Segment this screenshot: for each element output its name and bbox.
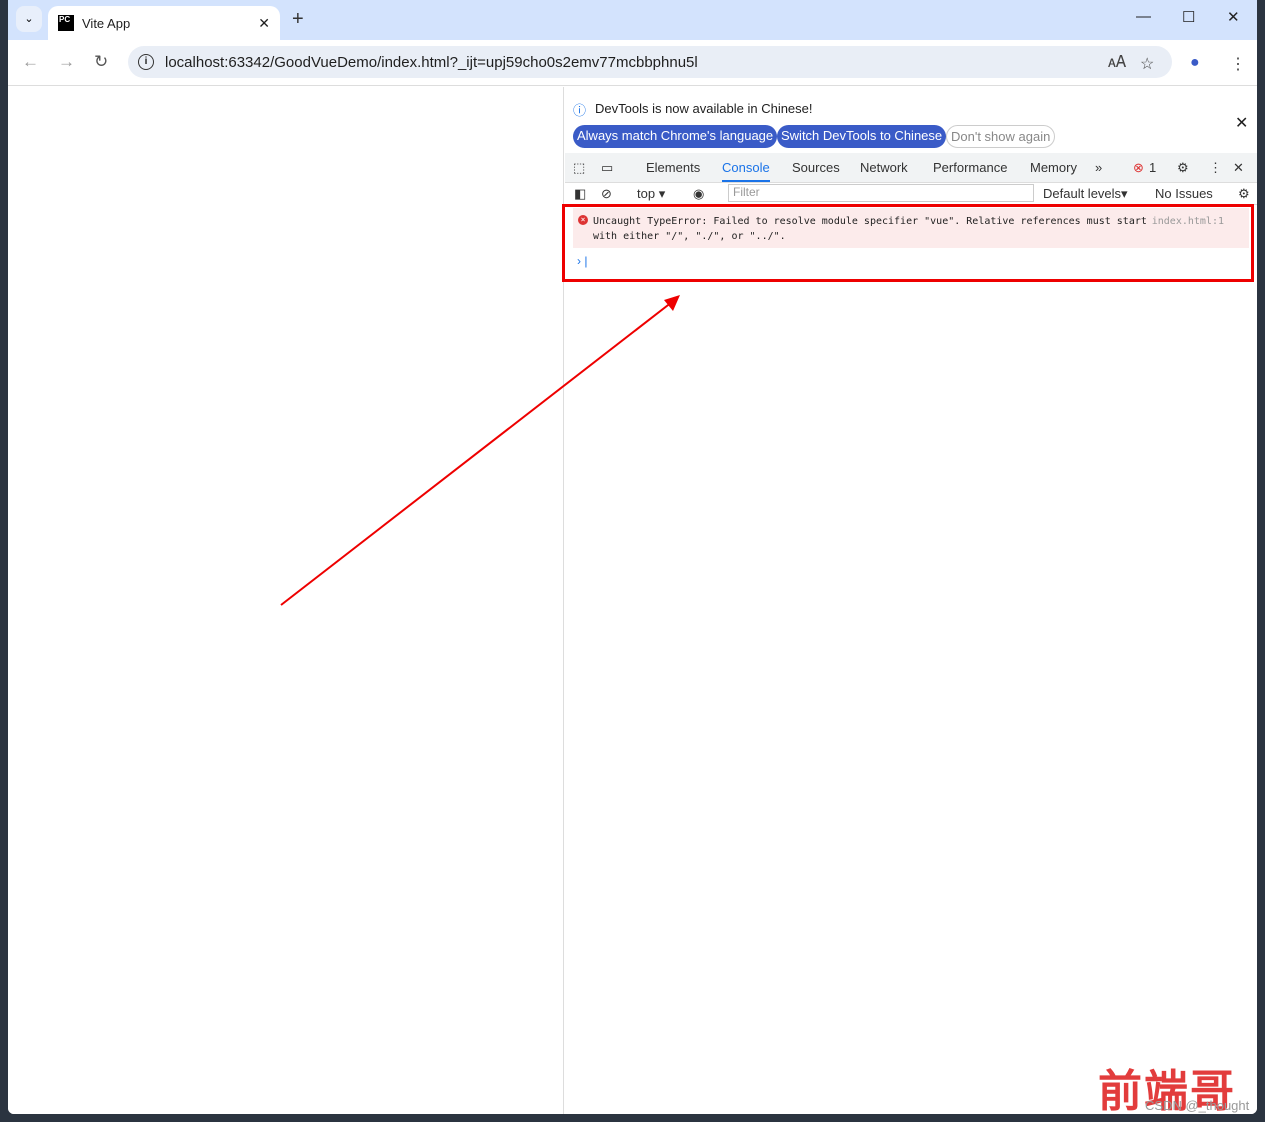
arrow-head bbox=[664, 295, 680, 311]
annotation-arrow bbox=[280, 295, 680, 606]
arrow-line bbox=[280, 301, 673, 606]
csdn-credit: CSDN @_thought bbox=[1145, 1098, 1250, 1113]
